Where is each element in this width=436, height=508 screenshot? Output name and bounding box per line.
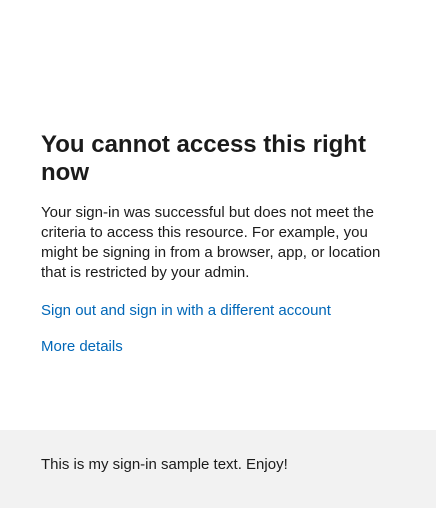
sign-out-link[interactable]: Sign out and sign in with a different ac… bbox=[41, 301, 401, 321]
more-details-link[interactable]: More details bbox=[41, 337, 401, 357]
page: You cannot access this right now Your si… bbox=[0, 0, 436, 508]
page-title: You cannot access this right now bbox=[41, 131, 366, 186]
main-content: You cannot access this right now Your si… bbox=[41, 131, 401, 357]
footer: This is my sign-in sample text. Enjoy! bbox=[0, 430, 436, 508]
error-description: Your sign-in was successful but does not… bbox=[41, 204, 381, 281]
footer-text: This is my sign-in sample text. Enjoy! bbox=[41, 456, 288, 473]
